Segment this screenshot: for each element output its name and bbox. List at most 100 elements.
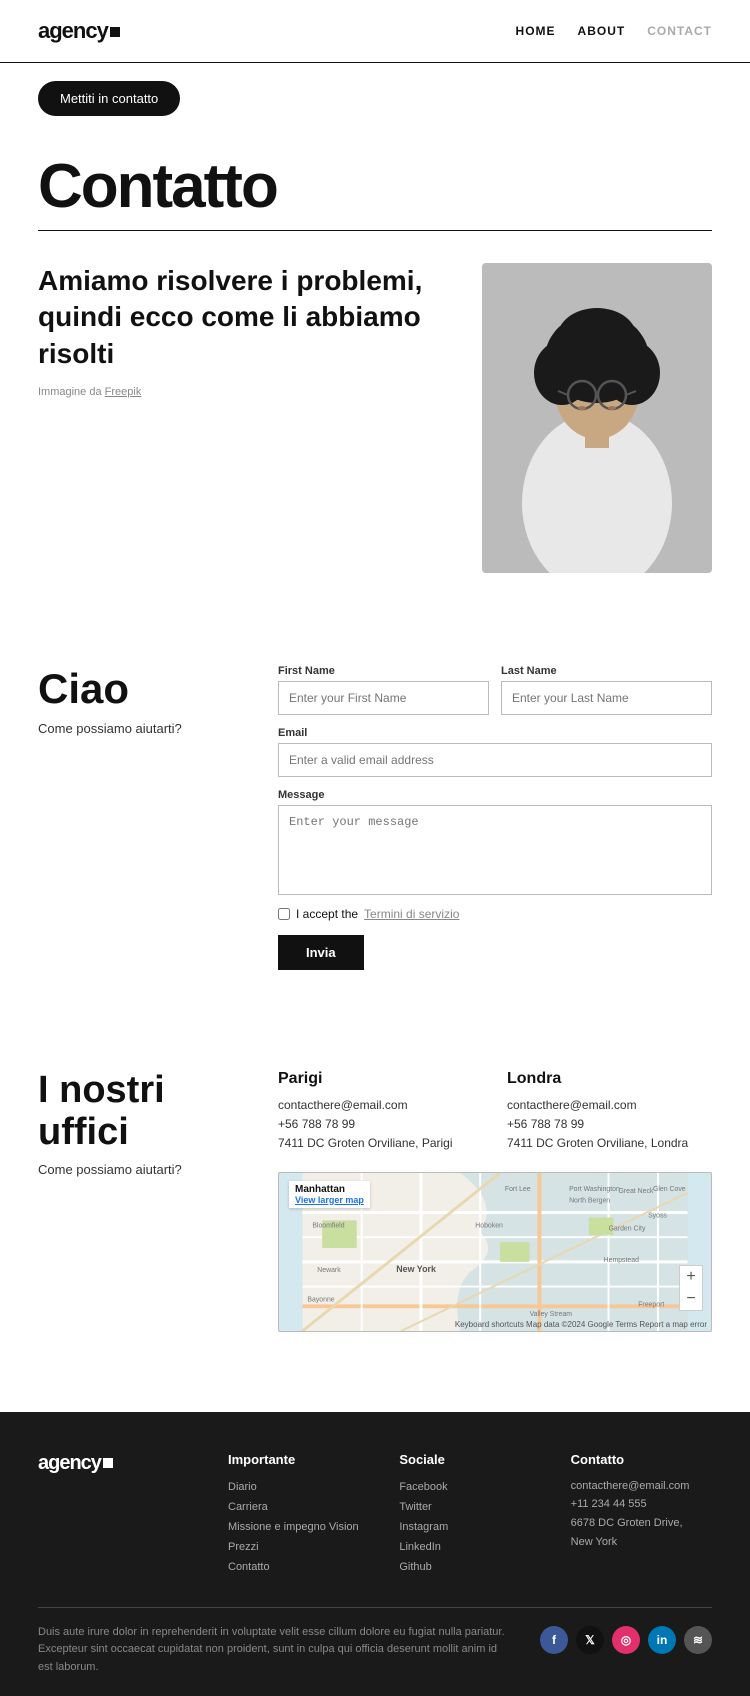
- footer-logo-area: agency: [38, 1452, 198, 1577]
- first-name-group: First Name: [278, 665, 489, 715]
- logo-square: [110, 27, 120, 37]
- map-zoom-out[interactable]: −: [680, 1288, 702, 1310]
- form-heading: Ciao: [38, 665, 238, 713]
- svg-text:Hempstead: Hempstead: [604, 1256, 639, 1263]
- form-left-panel: Ciao Come possiamo aiutarti?: [38, 665, 238, 736]
- message-group: Message: [278, 789, 712, 895]
- svg-text:Glen Cove: Glen Cove: [653, 1185, 686, 1192]
- terms-prefix: I accept the: [296, 907, 358, 921]
- social-icons: f 𝕏 ◎ in ≋: [540, 1626, 712, 1654]
- footer-logo-square: [103, 1458, 113, 1468]
- map-zoom-controls: + −: [679, 1265, 703, 1311]
- intro-heading: Amiamo risolvere i problemi, quindi ecco…: [38, 263, 458, 372]
- office-parigi-email: contacthere@email.com: [278, 1096, 483, 1115]
- footer-link-contatto[interactable]: Contatto: [228, 1561, 270, 1573]
- first-name-input[interactable]: [278, 681, 489, 715]
- terms-link[interactable]: Termini di servizio: [364, 907, 459, 921]
- office-parigi-address: 7411 DC Groten Orviliane, Parigi: [278, 1134, 483, 1153]
- footer-link-diario[interactable]: Diario: [228, 1481, 257, 1493]
- footer-col-sociale-heading: Sociale: [399, 1452, 540, 1467]
- office-londra-phone: +56 788 78 99: [507, 1115, 712, 1134]
- office-londra-email: contacthere@email.com: [507, 1096, 712, 1115]
- map-label: Manhattan View larger map: [289, 1181, 370, 1208]
- contact-form-section: Ciao Come possiamo aiutarti? First Name …: [0, 605, 750, 1010]
- submit-button[interactable]: Invia: [278, 935, 364, 970]
- svg-text:Bayonne: Bayonne: [307, 1296, 334, 1303]
- social-icon-twitter[interactable]: 𝕏: [576, 1626, 604, 1654]
- office-londra-address: 7411 DC Groten Orviliane, Londra: [507, 1134, 712, 1153]
- freepik-link[interactable]: Freepik: [105, 386, 142, 398]
- svg-text:North Bergen: North Bergen: [569, 1197, 610, 1204]
- svg-text:Hoboken: Hoboken: [475, 1222, 503, 1229]
- footer-link-mission[interactable]: Missione e impegno Vision: [228, 1521, 359, 1533]
- woman-svg: [482, 263, 712, 573]
- office-londra-city: Londra: [507, 1070, 712, 1088]
- footer-link-prezzi[interactable]: Prezzi: [228, 1541, 259, 1553]
- nav-links: HOME ABOUT CONTACT: [516, 24, 712, 38]
- footer-col-importante-list: Diario Carriera Missione e impegno Visio…: [228, 1477, 369, 1573]
- message-textarea[interactable]: [278, 805, 712, 895]
- social-icon-instagram[interactable]: ◎: [612, 1626, 640, 1654]
- map-footer: Keyboard shortcuts Map data ©2024 Google…: [455, 1320, 707, 1329]
- first-name-label: First Name: [278, 665, 489, 677]
- footer-link-facebook[interactable]: Facebook: [399, 1481, 447, 1493]
- form-subheading: Come possiamo aiutarti?: [38, 721, 238, 736]
- footer-contact-address2: New York: [571, 1533, 712, 1552]
- footer-top: agency Importante Diario Carriera Missio…: [38, 1452, 712, 1577]
- map-container[interactable]: New York Newark Hoboken North Bergen Bay…: [278, 1172, 712, 1332]
- footer-contact-email: contacthere@email.com: [571, 1477, 712, 1496]
- map-zoom-in[interactable]: +: [680, 1266, 702, 1288]
- footer-link-instagram[interactable]: Instagram: [399, 1521, 448, 1533]
- uffici-right-panel: Parigi contacthere@email.com +56 788 78 …: [278, 1070, 712, 1332]
- nav-about[interactable]: ABOUT: [578, 24, 626, 38]
- last-name-label: Last Name: [501, 665, 712, 677]
- social-icon-linkedin[interactable]: in: [648, 1626, 676, 1654]
- footer-col-sociale: Sociale Facebook Twitter Instagram Linke…: [399, 1452, 540, 1577]
- terms-checkbox[interactable]: [278, 908, 290, 920]
- svg-text:Fort Lee: Fort Lee: [505, 1185, 531, 1192]
- nav-home[interactable]: HOME: [516, 24, 556, 38]
- social-icon-facebook[interactable]: f: [540, 1626, 568, 1654]
- svg-text:Freeport: Freeport: [638, 1301, 664, 1308]
- footer-link-github[interactable]: Github: [399, 1561, 431, 1573]
- office-parigi-phone: +56 788 78 99: [278, 1115, 483, 1134]
- intro-image: [482, 263, 712, 573]
- map-view-larger[interactable]: View larger map: [295, 1195, 364, 1205]
- footer-logo: agency: [38, 1452, 198, 1475]
- nav-contact[interactable]: CONTACT: [647, 24, 712, 38]
- navbar: agency HOME ABOUT CONTACT: [0, 0, 750, 63]
- footer-link-twitter[interactable]: Twitter: [399, 1501, 431, 1513]
- svg-text:Great Neck: Great Neck: [618, 1187, 653, 1194]
- message-label: Message: [278, 789, 712, 801]
- social-icon-other[interactable]: ≋: [684, 1626, 712, 1654]
- uffici-heading: I nostri uffici: [38, 1070, 238, 1154]
- page-title: Contatto: [38, 156, 712, 218]
- footer-col-importante: Importante Diario Carriera Missione e im…: [228, 1452, 369, 1577]
- last-name-input[interactable]: [501, 681, 712, 715]
- email-group: Email: [278, 727, 712, 777]
- footer-col-contatto: Contatto contacthere@email.com +11 234 4…: [571, 1452, 712, 1577]
- office-parigi: Parigi contacthere@email.com +56 788 78 …: [278, 1070, 483, 1154]
- footer-link-carriera[interactable]: Carriera: [228, 1501, 268, 1513]
- svg-text:New York: New York: [396, 1263, 436, 1273]
- footer-link-linkedin[interactable]: LinkedIn: [399, 1541, 441, 1553]
- email-input[interactable]: [278, 743, 712, 777]
- form-right-panel: First Name Last Name Email Message I acc…: [278, 665, 712, 970]
- footer-col-importante-heading: Importante: [228, 1452, 369, 1467]
- uffici-section: I nostri uffici Come possiamo aiutarti? …: [0, 1010, 750, 1372]
- uffici-left-panel: I nostri uffici Come possiamo aiutarti?: [38, 1070, 238, 1177]
- svg-text:Port Washington: Port Washington: [569, 1185, 620, 1192]
- email-label: Email: [278, 727, 712, 739]
- uffici-subheading: Come possiamo aiutarti?: [38, 1162, 238, 1177]
- office-londra: Londra contacthere@email.com +56 788 78 …: [507, 1070, 712, 1154]
- hero-cta-area: Mettiti in contatto: [0, 63, 750, 116]
- footer-divider: [38, 1607, 712, 1608]
- footer-contact-address1: 6678 DC Groten Drive,: [571, 1514, 712, 1533]
- logo[interactable]: agency: [38, 18, 120, 44]
- hero-cta-button[interactable]: Mettiti in contatto: [38, 81, 180, 116]
- svg-text:Valley Stream: Valley Stream: [530, 1311, 573, 1318]
- footer-tagline: Duis aute irure dolor in reprehenderit i…: [38, 1624, 510, 1677]
- offices-row: Parigi contacthere@email.com +56 788 78 …: [278, 1070, 712, 1154]
- svg-text:Syoss: Syoss: [648, 1212, 667, 1219]
- name-row: First Name Last Name: [278, 665, 712, 715]
